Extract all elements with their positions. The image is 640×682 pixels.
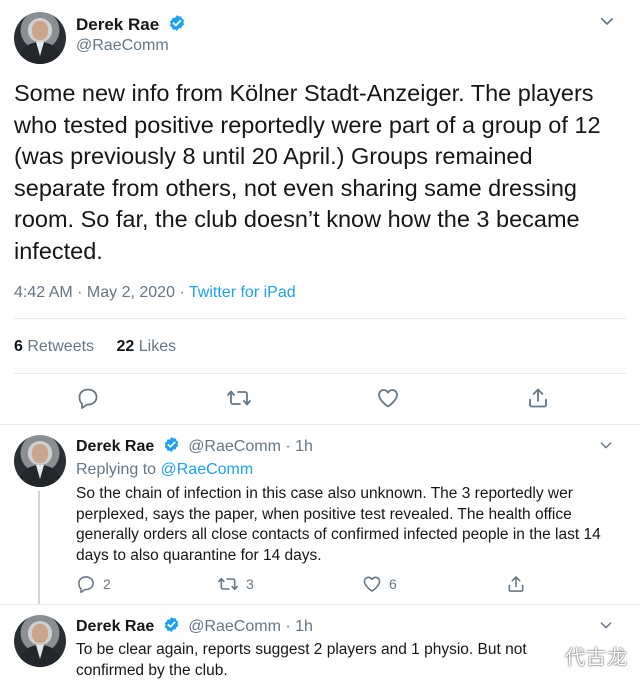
likes-count: 22 [116, 338, 135, 355]
retweet-icon[interactable] [226, 386, 252, 412]
divider [14, 373, 626, 374]
reply-text: So the chain of infection in this case a… [76, 485, 601, 564]
reply-text: To be clear again, reports suggest 2 pla… [76, 641, 527, 679]
tweet-meta: 4:42 AM · May 2, 2020 · Twitter for iPad [14, 284, 296, 302]
share-icon [508, 576, 524, 592]
verified-badge-icon [168, 14, 186, 37]
handle-time[interactable]: @RaeComm · 1h [188, 618, 313, 635]
tweet-stats: 6 Retweets 22 Likes [14, 338, 176, 356]
retweet-count: 3 [246, 576, 254, 592]
retweets-label: Retweets [22, 338, 95, 355]
thread-line [38, 491, 40, 604]
author-name[interactable]: Derek Rae [76, 438, 154, 455]
handle-time[interactable]: @RaeComm · 1h [188, 438, 313, 455]
like-icon [363, 576, 381, 592]
chevron-down-icon[interactable] [598, 617, 614, 638]
retweets-stat[interactable]: 6 Retweets [14, 338, 94, 355]
author-name[interactable]: Derek Rae [76, 15, 159, 34]
verified-badge-icon [163, 616, 180, 638]
chevron-down-icon[interactable] [598, 12, 616, 35]
reply-tweet[interactable]: Derek Rae @RaeComm · 1h To be clear agai… [0, 605, 640, 682]
retweet-icon [218, 577, 238, 591]
author-line: Derek Rae [76, 14, 186, 37]
replying-to: Replying to @RaeComm [76, 461, 253, 479]
avatar[interactable] [14, 615, 66, 667]
avatar[interactable] [14, 12, 66, 64]
tweet-source-link[interactable]: Twitter for iPad [189, 284, 296, 301]
reply-button[interactable]: 2 [76, 574, 111, 594]
likes-stat[interactable]: 22 Likes [117, 338, 177, 355]
share-button[interactable] [506, 574, 526, 594]
retweet-button[interactable]: 3 [217, 574, 254, 594]
reply-icon[interactable] [76, 386, 102, 412]
share-icon[interactable] [526, 386, 552, 412]
divider [14, 318, 626, 319]
reply-header: Derek Rae @RaeComm · 1h [76, 436, 313, 458]
avatar[interactable] [14, 435, 66, 487]
author-name[interactable]: Derek Rae [76, 618, 154, 635]
replying-to-link[interactable]: @RaeComm [161, 461, 254, 478]
retweets-count: 6 [14, 338, 23, 355]
reply-count: 2 [103, 576, 111, 592]
replying-prefix: Replying to [76, 461, 161, 478]
tweet-actions [0, 386, 640, 412]
author-handle[interactable]: @RaeComm [76, 37, 169, 55]
verified-badge-icon [163, 436, 180, 458]
watermark: 代古龙 [565, 647, 628, 669]
like-count: 6 [389, 576, 397, 592]
main-tweet: Derek Rae @RaeComm Some new info from Kö… [0, 0, 640, 424]
likes-label: Likes [134, 338, 177, 355]
tweet-text: Some new info from Kölner Stadt-Anzeiger… [14, 80, 601, 264]
reply-tweet[interactable]: Derek Rae @RaeComm · 1h Replying to @Rae… [0, 425, 640, 604]
reply-icon [78, 576, 94, 594]
like-button[interactable]: 6 [362, 574, 397, 594]
like-icon[interactable] [376, 386, 402, 412]
reply-header: Derek Rae @RaeComm · 1h [76, 616, 313, 638]
chevron-down-icon[interactable] [598, 437, 614, 458]
tweet-timestamp[interactable]: 4:42 AM · May 2, 2020 · [14, 284, 189, 301]
